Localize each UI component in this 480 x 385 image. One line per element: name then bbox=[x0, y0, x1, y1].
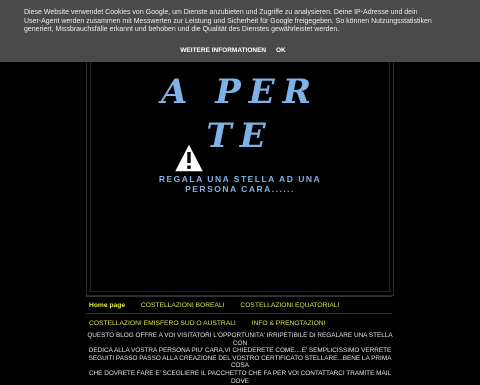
nav-row-2: COSTELLAZIONI EMISFERO SUD O AUSTRALI IN… bbox=[89, 320, 325, 327]
blog-tagline: REGALA UNA STELLA AD UNA PERSONA CARA...… bbox=[0, 174, 480, 194]
nav-costellazioni-boreali[interactable]: COSTELLAZIONI BOREALI bbox=[141, 302, 225, 309]
nav-divider-top bbox=[86, 296, 392, 297]
cookie-notice-text: Diese Website verwendet Cookies von Goog… bbox=[24, 9, 432, 34]
cookie-consent-bar: Diese Website verwendet Cookies von Goog… bbox=[0, 0, 480, 62]
post-line: CHE DOVRETE FARE E' SCEGLIERE IL PACCHET… bbox=[88, 369, 392, 385]
cookie-actions: WEITERE INFORMATIONEN OK bbox=[0, 47, 480, 54]
blog-title-line1[interactable]: A PER bbox=[161, 72, 319, 112]
nav-home[interactable]: Home page bbox=[89, 302, 125, 309]
tagline-line1: REGALA UNA STELLA AD UNA bbox=[158, 174, 322, 184]
blog-title-line2[interactable]: TE bbox=[0, 114, 480, 158]
blog-title[interactable]: A PER TE bbox=[0, 70, 480, 158]
post-line: DEDICA ALLA VOSTRA PERSONA PIU' CARA,VI … bbox=[88, 347, 392, 355]
nav-info-prenotazioni[interactable]: INFO & PRENOTAZIONI bbox=[252, 320, 326, 327]
nav-divider bbox=[86, 313, 392, 314]
post-body: QUESTO BLOG OFFRE A VOI VISITATORI L'OPP… bbox=[80, 332, 400, 385]
post-line: SEGUITI PASSO PASSO ALLA CREAZIONE DEL V… bbox=[88, 354, 392, 370]
nav-costellazioni-australi[interactable]: COSTELLAZIONI EMISFERO SUD O AUSTRALI bbox=[89, 320, 236, 327]
warning-icon bbox=[172, 141, 206, 173]
more-info-button[interactable]: WEITERE INFORMATIONEN bbox=[180, 47, 266, 54]
ok-button[interactable]: OK bbox=[276, 47, 286, 54]
nav-row-1: Home page COSTELLAZIONI BOREALI COSTELLA… bbox=[89, 302, 339, 309]
nav-costellazioni-equatoriali[interactable]: COSTELLAZIONI EQUATORIALI bbox=[240, 302, 339, 309]
tagline-line2: PERSONA CARA...... bbox=[185, 184, 295, 194]
post-line: QUESTO BLOG OFFRE A VOI VISITATORI L'OPP… bbox=[87, 332, 393, 347]
